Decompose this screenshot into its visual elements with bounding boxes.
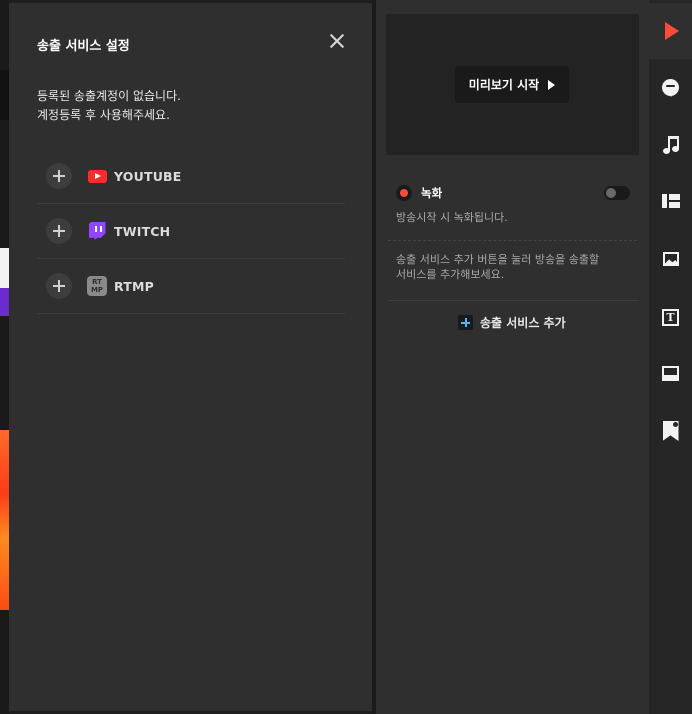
panel-title: 송출 서비스 설정: [37, 39, 130, 54]
recording-label: 녹화: [421, 186, 443, 200]
rtmp-icon: RT MP: [87, 276, 107, 296]
add-icon[interactable]: [46, 163, 72, 189]
add-service-button[interactable]: 송출 서비스 추가: [458, 314, 566, 331]
sidebar-item-bookmark[interactable]: [649, 403, 692, 459]
sidebar-item-layout[interactable]: [649, 173, 692, 229]
preview-area: 미리보기 시작: [386, 14, 639, 155]
text-icon: T: [662, 308, 679, 326]
music-icon: [662, 135, 680, 155]
caption-bar-icon: [662, 365, 679, 381]
sidebar-item-text[interactable]: T: [649, 289, 692, 345]
service-list: YOUTUBE TWITCH RT MP RTMP: [37, 149, 345, 314]
chat-icon: [662, 78, 679, 97]
service-item-twitch[interactable]: TWITCH: [37, 204, 345, 259]
no-account-notice: 등록된 송출계정이 없습니다. 계정등록 후 사용해주세요.: [37, 87, 181, 125]
recording-toggle[interactable]: [604, 186, 630, 200]
service-label: YOUTUBE: [114, 168, 182, 184]
tool-sidebar: T: [649, 0, 692, 714]
close-icon[interactable]: [327, 31, 347, 51]
add-icon[interactable]: [46, 273, 72, 299]
bookmark-icon: [662, 421, 679, 441]
plus-icon: [458, 315, 473, 330]
notice-line: 계정등록 후 사용해주세요.: [37, 108, 170, 122]
play-icon: [548, 79, 556, 90]
broadcast-service-settings-panel: 송출 서비스 설정 등록된 송출계정이 없습니다. 계정등록 후 사용해주세요.…: [9, 3, 372, 711]
service-item-rtmp[interactable]: RT MP RTMP: [37, 259, 345, 314]
start-preview-button[interactable]: 미리보기 시작: [455, 66, 569, 103]
image-icon: [662, 252, 679, 266]
divider: [388, 240, 637, 241]
youtube-icon: [87, 166, 107, 186]
background-canvas: [0, 0, 9, 714]
divider: [388, 300, 639, 301]
start-preview-label: 미리보기 시작: [468, 78, 540, 92]
broadcast-column: 미리보기 시작 녹화 방송시작 시 녹화됩니다. 송출 서비스 추가 버튼을 눌…: [376, 0, 649, 714]
layout-icon: [661, 194, 680, 208]
sidebar-item-music[interactable]: [649, 117, 692, 173]
sidebar-item-image[interactable]: [649, 231, 692, 287]
play-icon: [665, 22, 679, 40]
service-label: TWITCH: [114, 223, 171, 239]
add-icon[interactable]: [46, 218, 72, 244]
sidebar-item-caption[interactable]: [649, 345, 692, 401]
sidebar-item-broadcast[interactable]: [649, 3, 692, 59]
notice-line: 등록된 송출계정이 없습니다.: [37, 89, 181, 103]
service-help-text: 송출 서비스 추가 버튼을 눌러 방송을 송출할 서비스를 추가해보세요.: [396, 253, 600, 281]
service-item-youtube[interactable]: YOUTUBE: [37, 149, 345, 204]
twitch-icon: [87, 221, 107, 241]
sidebar-item-chat[interactable]: [649, 59, 692, 115]
recording-description: 방송시작 시 녹화됩니다.: [396, 211, 508, 224]
record-icon: [396, 185, 412, 201]
recording-row: 녹화: [396, 182, 630, 204]
add-service-label: 송출 서비스 추가: [480, 316, 566, 330]
service-label: RTMP: [114, 278, 154, 294]
